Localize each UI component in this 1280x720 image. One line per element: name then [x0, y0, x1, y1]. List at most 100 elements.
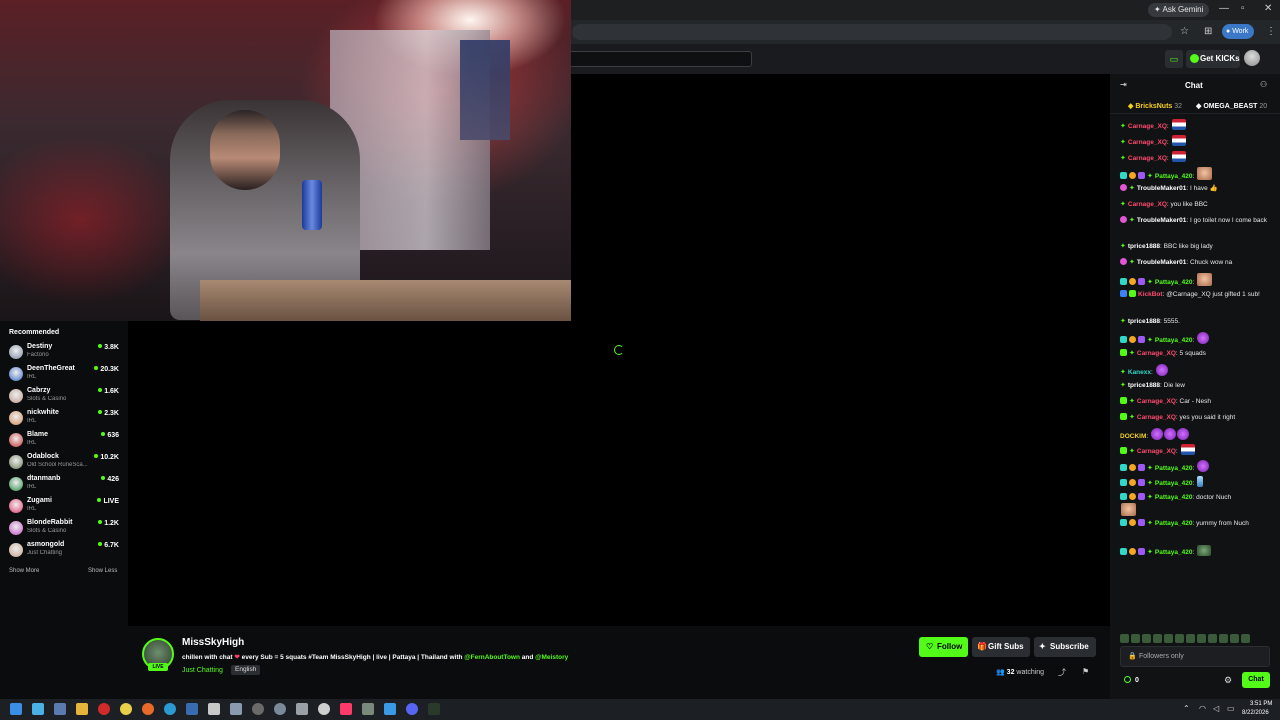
chat-badge-icon	[1129, 479, 1136, 486]
sidebar-channel-item[interactable]: Blame IRL 636	[0, 429, 128, 451]
chrome-icon[interactable]	[120, 703, 132, 715]
collapse-chat-icon[interactable]: ⇥	[1120, 80, 1127, 89]
kick-icon[interactable]	[428, 703, 440, 715]
discord-icon[interactable]	[406, 703, 418, 715]
chat-username[interactable]: Carnage_XQ	[1137, 350, 1176, 357]
maximize-icon[interactable]: ▫	[1241, 3, 1245, 14]
sidebar-channel-item[interactable]: DeenTheGreat IRL 20.3K	[0, 363, 128, 385]
opera-icon[interactable]	[98, 703, 110, 715]
minimize-icon[interactable]: —	[1219, 3, 1229, 14]
webcam-desk	[200, 280, 571, 321]
mention-link[interactable]: @Meistory	[535, 654, 568, 661]
chat-username[interactable]: Kanexx	[1128, 369, 1151, 376]
volume-icon[interactable]: ◁	[1213, 704, 1219, 713]
share-icon[interactable]: ⤴	[1058, 667, 1066, 678]
chat-settings-icon[interactable]: ⚙	[1224, 675, 1232, 686]
sidebar-channel-item[interactable]: dtanmanb IRL 426	[0, 473, 128, 495]
address-bar[interactable]	[572, 24, 1172, 40]
windows-start-icon[interactable]	[10, 703, 22, 715]
chat-username[interactable]: TroubleMaker01	[1137, 185, 1187, 192]
chat-username[interactable]: Carnage_XQ	[1128, 123, 1167, 130]
chat-username[interactable]: DOCKIM	[1120, 433, 1146, 440]
chat-username[interactable]: tprice1888	[1128, 318, 1160, 325]
sidebar-channel-item[interactable]: asmongold Just Chatting 6.7K	[0, 539, 128, 561]
sidebar-channel-item[interactable]: Destiny Factorio 3.8K	[0, 341, 128, 363]
chat-username[interactable]: Carnage_XQ	[1128, 155, 1167, 162]
clock-time[interactable]: 3:51 PM	[1250, 701, 1272, 707]
widgets-icon[interactable]	[54, 703, 66, 715]
chat-username[interactable]: Carnage_XQ	[1137, 448, 1176, 455]
follow-button[interactable]: ♡ Follow	[919, 637, 968, 657]
user-avatar[interactable]	[1244, 50, 1260, 66]
language-badge[interactable]: English	[231, 665, 261, 675]
firefox-icon[interactable]	[142, 703, 154, 715]
subscribe-button[interactable]: ✦ Subscribe	[1034, 637, 1096, 657]
chat-badge-icon	[1120, 258, 1127, 265]
sidebar-channel-item[interactable]: Zugami IRL LIVE	[0, 495, 128, 517]
store-icon[interactable]	[208, 703, 220, 715]
settings-icon[interactable]	[274, 703, 286, 715]
profile-button[interactable]: ● Work	[1222, 24, 1255, 39]
chat-username[interactable]: Carnage_XQ	[1137, 414, 1176, 421]
chat-username[interactable]: Pattaya_420	[1155, 337, 1193, 344]
app-icon[interactable]	[384, 703, 396, 715]
app-icon[interactable]	[362, 703, 374, 715]
battery-icon[interactable]: ▭	[1227, 704, 1235, 713]
chat-send-button[interactable]: Chat	[1242, 672, 1270, 688]
sidebar-channel-item[interactable]: Odablock Old School RuneSca... 10.2K	[0, 451, 128, 473]
sidebar-channel-item[interactable]: Cabrzy Slots & Casino 1.6K	[0, 385, 128, 407]
wallet-icon[interactable]: ▭	[1165, 50, 1183, 68]
pinned-user[interactable]: ◆ OMEGA_BEAST 20	[1196, 102, 1267, 110]
report-icon[interactable]: ⚑	[1082, 667, 1089, 676]
copilot-icon[interactable]	[32, 703, 44, 715]
chat-username[interactable]: Pattaya_420	[1155, 279, 1193, 286]
chat-username[interactable]: Carnage_XQ	[1137, 398, 1176, 405]
chat-input[interactable]: 🔒 Followers only	[1120, 646, 1270, 667]
kicks-balance[interactable]: 0	[1124, 676, 1139, 684]
edge-icon[interactable]	[164, 703, 176, 715]
chat-username[interactable]: TroubleMaker01	[1137, 217, 1187, 224]
chat-username[interactable]: tprice1888	[1128, 382, 1160, 389]
chat-username[interactable]: TroubleMaker01	[1137, 259, 1187, 266]
menu-icon[interactable]: ⋮	[1266, 26, 1276, 37]
chat-username[interactable]: KickBot	[1138, 291, 1163, 298]
file-explorer-icon[interactable]	[76, 703, 88, 715]
ask-gemini-button[interactable]: ✦ Ask Gemini	[1148, 3, 1210, 17]
chat-username[interactable]: Pattaya_420	[1155, 494, 1193, 501]
chat-username[interactable]: Pattaya_420	[1155, 549, 1193, 556]
tiktok-icon[interactable]	[340, 703, 352, 715]
chat-username[interactable]: Pattaya_420	[1155, 465, 1193, 472]
mention-link[interactable]: @FernAboutTown	[464, 654, 520, 661]
show-less-link[interactable]: Show Less	[88, 568, 117, 574]
show-more-link[interactable]: Show More	[9, 568, 39, 574]
extensions-icon[interactable]: ⊞	[1204, 26, 1212, 37]
chevron-up-icon[interactable]: ⌃	[1183, 704, 1190, 713]
category-link[interactable]: Just Chatting	[182, 667, 223, 674]
chat-username[interactable]: Pattaya_420	[1155, 520, 1193, 527]
chat-badge-icon	[1129, 548, 1136, 555]
close-icon[interactable]: ✕	[1264, 3, 1272, 14]
clock-date[interactable]: 8/22/2026	[1242, 710, 1269, 716]
github-icon[interactable]	[318, 703, 330, 715]
get-kicks-button[interactable]: Get KICKs	[1186, 50, 1240, 68]
pinned-user[interactable]: ◆ BricksNuts 32	[1128, 102, 1182, 110]
chat-username[interactable]: Pattaya_420	[1155, 480, 1193, 487]
sidebar-channel-item[interactable]: BlondeRabbit Slots & Casino 1.2K	[0, 517, 128, 539]
notepad-icon[interactable]	[230, 703, 242, 715]
chat-username[interactable]: tprice1888	[1128, 243, 1160, 250]
bookmark-star-icon[interactable]: ☆	[1180, 26, 1189, 37]
chat-message: KickBot: @Carnage_XQ just gifted 1 sub!	[1120, 289, 1272, 300]
emote-bar[interactable]	[1120, 630, 1270, 643]
gift-subs-button[interactable]: 🎁 Gift Subs	[972, 637, 1030, 657]
obs-icon[interactable]	[252, 703, 264, 715]
app-icon[interactable]	[296, 703, 308, 715]
chat-username[interactable]: Pattaya_420	[1155, 173, 1193, 180]
sidebar-channel-item[interactable]: nickwhite IRL 2.3K	[0, 407, 128, 429]
gift-icon: 🎁	[977, 642, 987, 651]
wifi-icon[interactable]: ◠	[1199, 704, 1206, 713]
chat-username[interactable]: Carnage_XQ	[1128, 201, 1167, 208]
chat-username[interactable]: Carnage_XQ	[1128, 139, 1167, 146]
app-icon[interactable]	[186, 703, 198, 715]
chat-users-icon[interactable]: ⚇	[1260, 80, 1267, 89]
channel-name[interactable]: MissSkyHigh	[182, 637, 244, 648]
